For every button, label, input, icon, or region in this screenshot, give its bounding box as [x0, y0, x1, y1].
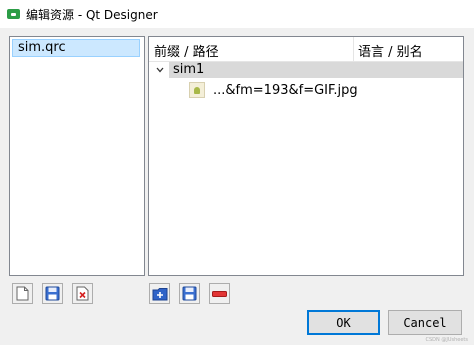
header-language-alias[interactable]: 语言 / 别名: [358, 41, 423, 60]
new-file-icon: [16, 286, 29, 301]
title-bar: 编辑资源 - Qt Designer: [0, 0, 474, 28]
remove-resource-file-button[interactable]: [72, 283, 93, 304]
header-prefix-path[interactable]: 前缀 / 路径: [154, 41, 219, 60]
prefix-label: sim1: [173, 62, 205, 77]
add-prefix-icon: [152, 287, 167, 300]
tree-header: 前缀 / 路径 语言 / 别名: [149, 37, 463, 62]
chevron-down-icon[interactable]: [155, 65, 165, 75]
save-icon: [45, 286, 60, 301]
ok-button[interactable]: OK: [307, 310, 380, 335]
resource-tree[interactable]: 前缀 / 路径 语言 / 别名 sim1 ...&fm=193&f=GIF.jp…: [148, 36, 464, 276]
save-icon: [182, 286, 197, 301]
new-resource-file-button[interactable]: [12, 283, 33, 304]
tree-row-file[interactable]: ...&fm=193&f=GIF.jpg: [189, 80, 358, 100]
header-separator: [353, 37, 354, 61]
tree-row-prefix[interactable]: [169, 62, 463, 78]
cancel-button[interactable]: Cancel: [388, 310, 462, 335]
qt-designer-app-icon: [7, 9, 20, 19]
remove-entry-button[interactable]: [209, 283, 230, 304]
resource-file-list[interactable]: sim.qrc: [9, 36, 145, 276]
add-prefix-button[interactable]: [149, 283, 170, 304]
add-files-button[interactable]: [179, 283, 200, 304]
window-title: 编辑资源 - Qt Designer: [26, 7, 158, 22]
resource-file-item[interactable]: sim.qrc: [12, 39, 140, 57]
watermark: CSDN @JUsheets: [425, 337, 468, 343]
file-label: ...&fm=193&f=GIF.jpg: [213, 82, 358, 98]
remove-icon: [212, 290, 227, 297]
save-resource-file-button[interactable]: [42, 283, 63, 304]
remove-file-icon: [76, 286, 89, 301]
image-file-icon: [189, 82, 205, 98]
